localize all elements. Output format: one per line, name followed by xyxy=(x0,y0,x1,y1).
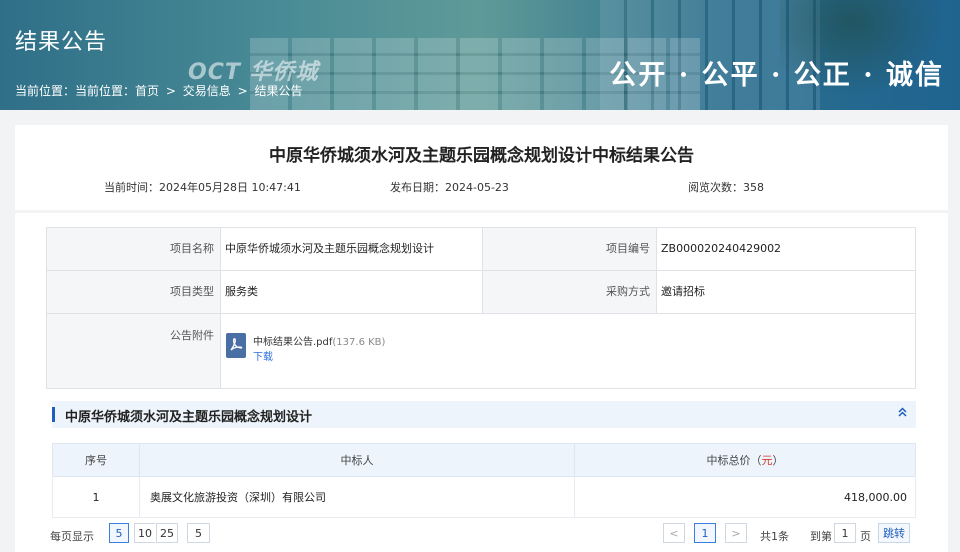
breadcrumb-separator: > xyxy=(237,84,248,98)
attachment-item: 中标结果公告.pdf(137.6 KB) 下载 xyxy=(222,315,914,375)
breadcrumb-trade-info-link[interactable]: 交易信息 xyxy=(183,84,231,98)
column-header-winner: 中标人 xyxy=(139,443,575,477)
announcement-title: 中原华侨城须水河及主题乐园概念规划设计中标结果公告 xyxy=(269,146,694,166)
goto-page-input[interactable]: 1 xyxy=(834,523,856,543)
row-price: 418,000.00 xyxy=(574,476,916,518)
total-count: 共1条 xyxy=(760,530,789,543)
prev-page-button[interactable]: < xyxy=(663,523,685,543)
page-size-select[interactable]: 5 xyxy=(187,523,210,543)
purchase-method-label: 采购方式 xyxy=(482,270,657,314)
column-header-price: 中标总价（元） xyxy=(574,443,916,477)
section-header[interactable]: 中原华侨城须水河及主题乐园概念规划设计 xyxy=(52,401,916,428)
purchase-method-value: 邀请招标 xyxy=(656,270,916,314)
project-no-label: 项目编号 xyxy=(482,227,657,271)
attachment-cell: 中标结果公告.pdf(137.6 KB) 下载 xyxy=(220,313,916,389)
project-name-value: 中原华侨城须水河及主题乐园概念规划设计 xyxy=(220,227,483,271)
chevron-double-up-icon[interactable] xyxy=(898,407,907,420)
publish-date: 发布日期：2024-05-23 xyxy=(390,181,509,194)
breadcrumb-separator: > xyxy=(165,84,176,98)
attachment-filename-text[interactable]: 中标结果公告.pdf xyxy=(253,337,332,348)
breadcrumb-prefix: 当前位置： xyxy=(15,84,76,98)
next-page-button[interactable]: > xyxy=(725,523,747,543)
goto-prefix: 到第 xyxy=(810,530,832,543)
section-title: 中原华侨城须水河及主题乐园概念规划设计 xyxy=(65,410,313,425)
page-size-25[interactable]: 25 xyxy=(156,523,178,543)
download-link[interactable]: 下载 xyxy=(253,348,273,363)
project-name-label: 项目名称 xyxy=(46,227,221,271)
breadcrumb: 当前位置：当前位置：首页 > 交易信息 > 结果公告 xyxy=(15,82,306,99)
per-page-label: 每页显示 xyxy=(50,530,94,543)
pdf-icon xyxy=(226,333,246,358)
banner-slogan: 公开 · 公平 · 公正 · 诚信 xyxy=(609,60,944,91)
column-header-no: 序号 xyxy=(52,443,140,477)
current-page-button[interactable]: 1 xyxy=(694,523,716,543)
page-size-10[interactable]: 10 xyxy=(134,523,155,543)
breadcrumb-prefix-2: 当前位置： xyxy=(75,84,136,98)
row-no: 1 xyxy=(52,476,140,518)
attachment-label: 公告附件 xyxy=(46,313,221,389)
current-time: 当前时间：2024年05月28日 10:47:41 xyxy=(104,181,301,194)
breadcrumb-current: 结果公告 xyxy=(254,84,303,98)
breadcrumb-home-link[interactable]: 首页 xyxy=(135,84,159,98)
view-count: 阅览次数：358 xyxy=(688,181,764,194)
table-row: 1 奥展文化旅游投资（深圳）有限公司 418,000.00 xyxy=(52,476,916,518)
project-type-value: 服务类 xyxy=(220,270,483,314)
project-type-label: 项目类型 xyxy=(46,270,221,314)
announcement-body: 项目名称 中原华侨城须水河及主题乐园概念规划设计 项目编号 ZB00002024… xyxy=(15,213,948,552)
page-size-5[interactable]: 5 xyxy=(109,523,129,543)
attachment-filename[interactable]: 中标结果公告.pdf(137.6 KB) xyxy=(253,333,385,348)
winner-table: 序号 中标人 中标总价（元） 1 奥展文化旅游投资（深圳）有限公司 418,00… xyxy=(52,443,916,518)
goto-suffix: 页 xyxy=(860,530,871,543)
row-winner: 奥展文化旅游投资（深圳）有限公司 xyxy=(139,476,575,518)
column-header-price-close: ） xyxy=(772,454,784,467)
column-header-price-text: 中标总价（ xyxy=(706,454,762,467)
jump-button[interactable]: 跳转 xyxy=(878,523,910,543)
announcement-header: 中原华侨城须水河及主题乐园概念规划设计中标结果公告 当前时间：2024年05月2… xyxy=(15,125,948,210)
attachment-size: (137.6 KB) xyxy=(332,337,386,348)
price-unit: 元 xyxy=(761,454,773,467)
page-title: 结果公告 xyxy=(15,30,108,55)
section-accent-bar xyxy=(52,407,55,422)
project-no-value: ZB000020240429002 xyxy=(656,227,916,271)
project-info-table: 项目名称 中原华侨城须水河及主题乐园概念规划设计 项目编号 ZB00002024… xyxy=(46,227,916,389)
page-banner: OCT 华侨城 结果公告 当前位置：当前位置：首页 > 交易信息 > 结果公告 … xyxy=(0,0,960,110)
